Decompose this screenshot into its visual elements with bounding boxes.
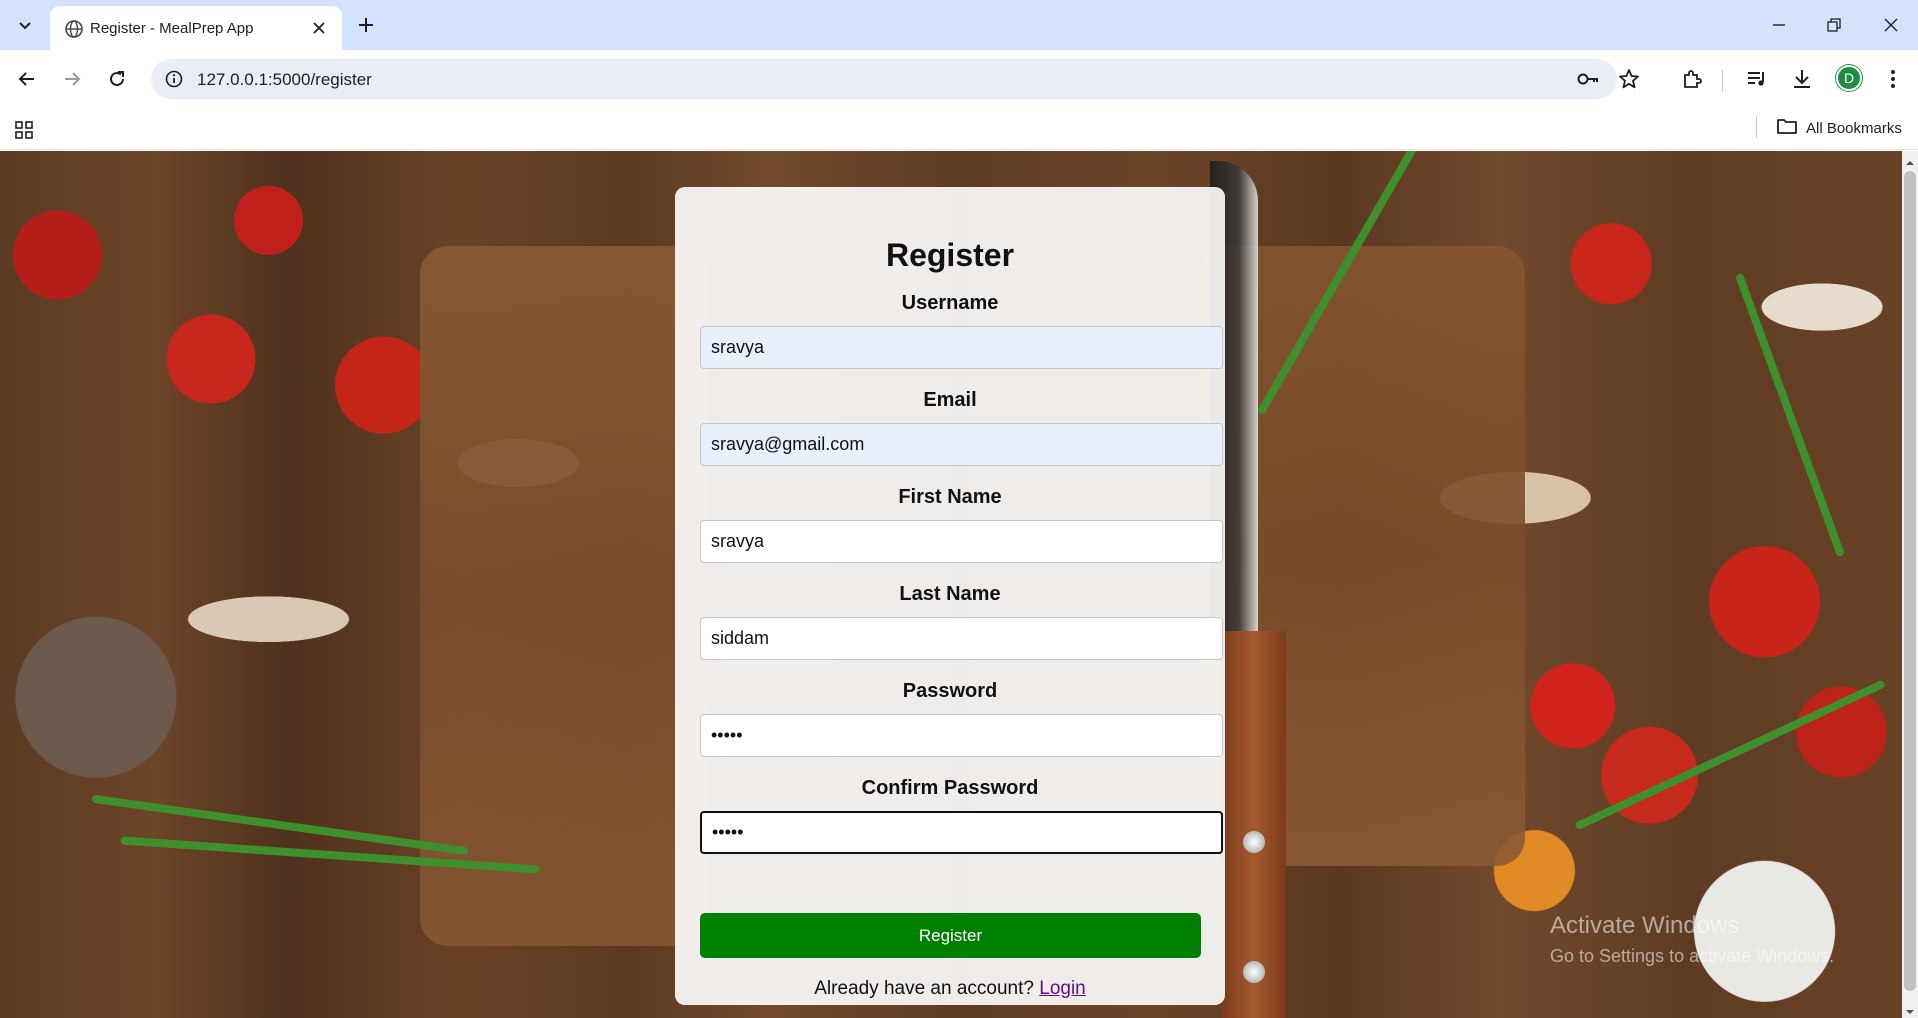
confirm-password-label: Confirm Password [861, 777, 1039, 799]
login-prompt: Already have an account? Login [675, 978, 1225, 1000]
email-label: Email [923, 389, 977, 411]
globe-icon [64, 19, 84, 39]
last-name-input[interactable] [700, 617, 1223, 660]
site-info-icon[interactable] [163, 68, 185, 90]
menu-dots-icon[interactable] [1878, 64, 1908, 94]
extensions-icon[interactable] [1677, 64, 1707, 94]
windows-activation-watermark: Activate Windows Go to Settings to activ… [1550, 911, 1834, 971]
forward-icon[interactable] [57, 64, 87, 94]
username-input[interactable] [700, 326, 1223, 369]
url-text[interactable]: 127.0.0.1:5000/register [197, 70, 372, 90]
download-icon[interactable] [1787, 64, 1817, 94]
scroll-thumb[interactable] [1904, 171, 1916, 991]
page-scrollbar[interactable] [1902, 151, 1918, 1018]
close-window-icon[interactable] [1876, 10, 1906, 40]
scroll-up-icon[interactable] [1905, 155, 1915, 165]
close-tab-icon[interactable] [308, 17, 330, 39]
password-input[interactable] [700, 714, 1223, 757]
username-label: Username [901, 292, 999, 314]
back-icon[interactable] [12, 64, 42, 94]
browser-toolbar: 127.0.0.1:5000/register D [0, 50, 1918, 108]
login-link[interactable]: Login [1039, 978, 1086, 999]
login-prompt-text: Already have an account? [814, 978, 1034, 999]
new-tab-icon[interactable] [352, 11, 380, 39]
first-name-input[interactable] [700, 520, 1223, 563]
page-title: Register [885, 237, 1015, 273]
tab-title: Register - MealPrep App [90, 20, 254, 37]
last-name-label: Last Name [899, 583, 1001, 605]
bookmarks-bar: All Bookmarks [0, 108, 1918, 150]
confirm-password-input[interactable] [700, 811, 1223, 854]
register-button[interactable]: Register [700, 913, 1201, 958]
watermark-subtitle: Go to Settings to activate Windows. [1550, 946, 1835, 966]
media-control-icon[interactable] [1742, 64, 1772, 94]
background-cutting-board [420, 246, 710, 946]
all-bookmarks-label: All Bookmarks [1806, 119, 1902, 137]
background-knife-handle [1222, 631, 1286, 1018]
password-key-icon[interactable] [1576, 67, 1600, 91]
first-name-label: First Name [898, 486, 1002, 508]
address-bar[interactable]: 127.0.0.1:5000/register [151, 59, 1639, 99]
folder-icon [1776, 117, 1798, 139]
tab-search-icon[interactable] [10, 11, 40, 39]
active-tab[interactable]: Register - MealPrep App [50, 6, 342, 50]
bookmarks-divider [1756, 116, 1757, 138]
tab-strip: Register - MealPrep App [0, 0, 1918, 50]
toolbar-divider [1722, 70, 1723, 92]
apps-grid-icon[interactable] [12, 118, 36, 142]
password-label: Password [902, 680, 998, 702]
background-scallion [1574, 679, 1886, 831]
profile-avatar[interactable]: D [1836, 65, 1862, 91]
minimize-icon[interactable] [1764, 10, 1794, 40]
reload-icon[interactable] [102, 64, 132, 94]
email-input[interactable] [700, 423, 1223, 466]
page-viewport: Register Username Email First Name Last … [0, 151, 1918, 1018]
background-scallion [1734, 272, 1846, 558]
all-bookmarks-button[interactable]: All Bookmarks [1776, 115, 1902, 141]
register-card: Register Username Email First Name Last … [675, 187, 1225, 1005]
restore-icon[interactable] [1819, 10, 1849, 40]
scroll-down-icon[interactable] [1905, 1004, 1915, 1014]
bookmark-star-icon[interactable] [1617, 67, 1641, 91]
watermark-title: Activate Windows [1550, 912, 1740, 939]
